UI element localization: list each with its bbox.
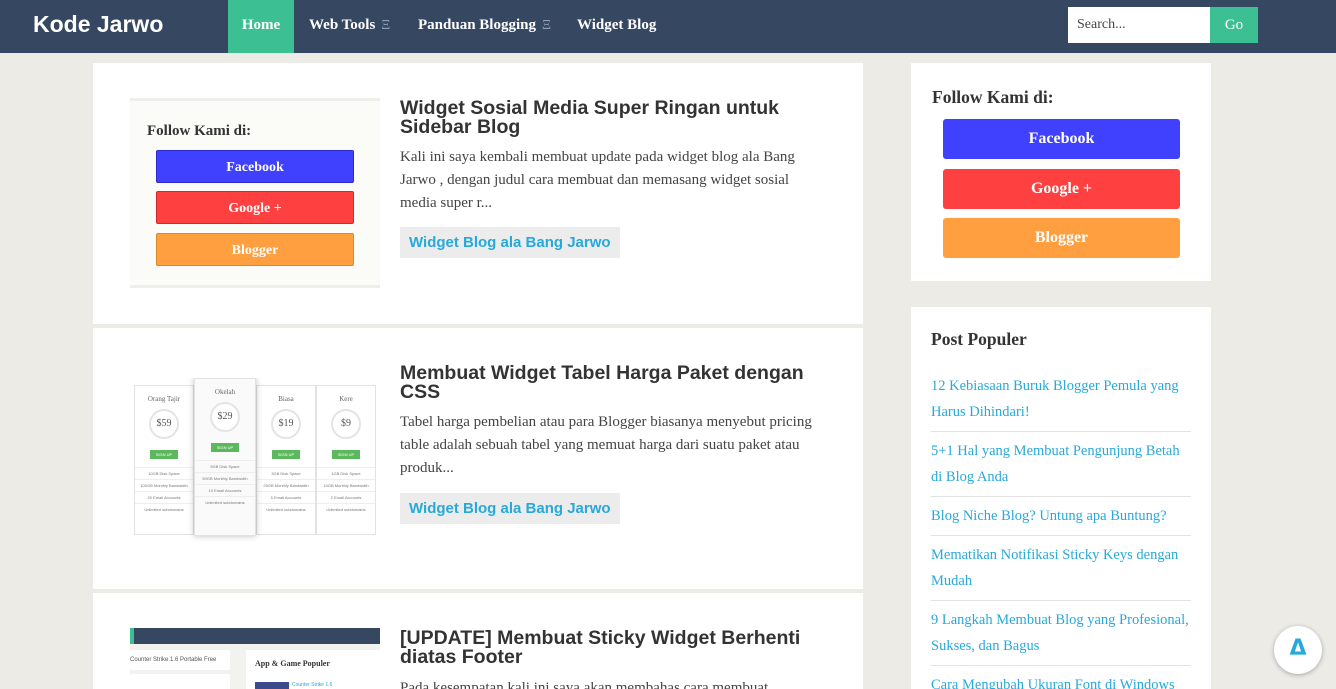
- plan-feature: 100GB Monthly Bandwidth: [135, 479, 193, 491]
- plan-feature: 10 Email Accounts: [195, 484, 255, 496]
- thumbnail-widget-title: App & Game Populer: [255, 659, 330, 668]
- pricing-column-featured: Okelah $29 SIGN UP 5GB Disk Space 50GB M…: [194, 378, 256, 536]
- plan-feature: Unlimited subdomains: [257, 503, 315, 515]
- plan-signup-button: SIGN UP: [150, 450, 178, 459]
- nav-item-label: Home: [241, 17, 281, 33]
- facebook-button[interactable]: Facebook: [943, 119, 1180, 159]
- plan-feature: 2 Email Accounts: [317, 491, 375, 503]
- popular-post-link[interactable]: 12 Kebiasaan Buruk Blogger Pemula yang H…: [931, 367, 1191, 432]
- plan-signup-button: SIGN UP: [272, 450, 300, 459]
- google-plus-button[interactable]: Google +: [943, 169, 1180, 209]
- popular-post-link[interactable]: Mematikan Notifikasi Sticky Keys dengan …: [931, 536, 1191, 601]
- post-title[interactable]: [UPDATE] Membuat Sticky Widget Berhenti …: [400, 628, 820, 667]
- thumbnail-post-item: [130, 674, 230, 689]
- nav-item-panduan-blogging[interactable]: Panduan Blogging Ξ: [403, 0, 566, 53]
- post-card: Follow Kami di: Facebook Google + Blogge…: [93, 63, 863, 324]
- plan-feature: 3GB Disk Space: [257, 467, 315, 479]
- nav-item-label: Web Tools: [309, 17, 376, 33]
- post-thumbnail[interactable]: Counter Strike 1.6 Portable Free App & G…: [130, 628, 380, 689]
- popular-post-link[interactable]: 9 Langkah Membuat Blog yang Profesional,…: [931, 601, 1191, 666]
- menu-icon: Ξ: [381, 18, 391, 33]
- plan-price: $9: [331, 409, 361, 439]
- plan-feature: 25GB Monthly Bandwidth: [257, 479, 315, 491]
- nav-item-label: Panduan Blogging: [418, 17, 536, 33]
- nav-item-widget-blog[interactable]: Widget Blog: [562, 0, 671, 53]
- popular-post-link[interactable]: Blog Niche Blog? Untung apa Buntung?: [931, 497, 1191, 536]
- post-card: Counter Strike 1.6 Portable Free App & G…: [93, 593, 863, 689]
- plan-name: Okelah: [214, 388, 236, 396]
- plan-name: Orang Tajir: [147, 395, 181, 403]
- search-input[interactable]: [1068, 7, 1210, 43]
- plan-feature: 1GB Disk Space: [317, 467, 375, 479]
- post-excerpt: Kali ini saya kembali membuat update pad…: [400, 149, 795, 211]
- pricing-column: Biasa $19 SIGN UP 3GB Disk Space 25GB Mo…: [256, 385, 316, 535]
- popular-post-link[interactable]: 5+1 Hal yang Membuat Pengunjung Betah di…: [931, 432, 1191, 497]
- post-thumbnail[interactable]: Orang Tajir $59 SIGN UP 10GB Disk Space …: [130, 378, 380, 543]
- post-card: Orang Tajir $59 SIGN UP 10GB Disk Space …: [93, 328, 863, 589]
- post-excerpt: Tabel harga pembelian atau para Blogger …: [400, 414, 812, 476]
- popular-posts-widget: Post Populer 12 Kebiasaan Buruk Blogger …: [911, 307, 1211, 689]
- post-label[interactable]: Widget Blog ala Bang Jarwo: [400, 227, 620, 258]
- thumbnail-header: [130, 628, 380, 644]
- plan-feature: 50GB Monthly Bandwidth: [195, 472, 255, 484]
- nav-item-home[interactable]: Home: [228, 0, 294, 53]
- thumbnail-app-icon: [255, 682, 289, 689]
- thumbnail-post-item: Counter Strike 1.6 Portable Free: [130, 650, 230, 670]
- plan-signup-button: SIGN UP: [332, 450, 360, 459]
- thumbnail-widget: App & Game Populer Counter Strike 1.6: [246, 650, 380, 689]
- post-label[interactable]: Widget Blog ala Bang Jarwo: [400, 493, 620, 524]
- plan-feature: Unlimited subdomains: [135, 503, 193, 515]
- plan-signup-button: SIGN UP: [211, 443, 239, 452]
- plan-feature: Unlimited subdomains: [317, 503, 375, 515]
- nav-item-web-tools[interactable]: Web Tools Ξ: [294, 0, 405, 53]
- thumbnail-facebook-button: Facebook: [156, 150, 354, 183]
- plan-feature: 5GB Disk Space: [195, 460, 255, 472]
- plan-price: $19: [271, 409, 301, 439]
- plan-feature: 10GB Monthly Bandwidth: [317, 479, 375, 491]
- blogger-button[interactable]: Blogger: [943, 218, 1180, 258]
- post-thumbnail[interactable]: Follow Kami di: Facebook Google + Blogge…: [130, 98, 380, 288]
- search-go-button[interactable]: Go: [1210, 7, 1258, 43]
- menu-icon: Ξ: [541, 18, 551, 33]
- plan-feature: 10GB Disk Space: [135, 467, 193, 479]
- back-to-top-button[interactable]: Δ: [1274, 626, 1322, 674]
- thumbnail-app-link: Counter Strike 1.6: [292, 682, 333, 688]
- arrow-up-icon: Δ: [1289, 636, 1307, 661]
- popular-post-link[interactable]: Cara Mengubah Ukuran Font di Windows: [931, 666, 1191, 689]
- thumbnail-widget-title: Follow Kami di:: [147, 123, 252, 139]
- follow-widget: Follow Kami di: Facebook Google + Blogge…: [911, 63, 1211, 281]
- widget-title: Post Populer: [931, 329, 1027, 349]
- widget-title: Follow Kami di:: [932, 87, 1054, 107]
- pricing-column: Orang Tajir $59 SIGN UP 10GB Disk Space …: [134, 385, 194, 535]
- nav-item-label: Widget Blog: [577, 17, 657, 33]
- post-title[interactable]: Membuat Widget Tabel Harga Paket dengan …: [400, 363, 820, 402]
- popular-posts-list: 12 Kebiasaan Buruk Blogger Pemula yang H…: [931, 367, 1191, 689]
- plan-feature: 20 Email Accounts: [135, 491, 193, 503]
- thumbnail-accent: [130, 628, 134, 644]
- thumbnail-google-button: Google +: [156, 191, 354, 224]
- plan-name: Biasa: [278, 395, 294, 403]
- plan-feature: 5 Email Accounts: [257, 491, 315, 503]
- thumbnail-blogger-button: Blogger: [156, 233, 354, 266]
- site-logo[interactable]: Kode Jarwo: [33, 11, 163, 38]
- post-excerpt: Pada kesempatan kali ini saya akan memba…: [400, 680, 769, 689]
- top-nav: Kode Jarwo Home Web Tools Ξ Panduan Blogg…: [0, 0, 1336, 53]
- pricing-column: Kere $9 SIGN UP 1GB Disk Space 10GB Mont…: [316, 385, 376, 535]
- plan-feature: Unlimited subdomains: [195, 496, 255, 508]
- plan-name: Kere: [339, 395, 353, 403]
- plan-price: $29: [210, 402, 240, 432]
- post-title[interactable]: Widget Sosial Media Super Ringan untuk S…: [400, 98, 820, 137]
- plan-price: $59: [149, 409, 179, 439]
